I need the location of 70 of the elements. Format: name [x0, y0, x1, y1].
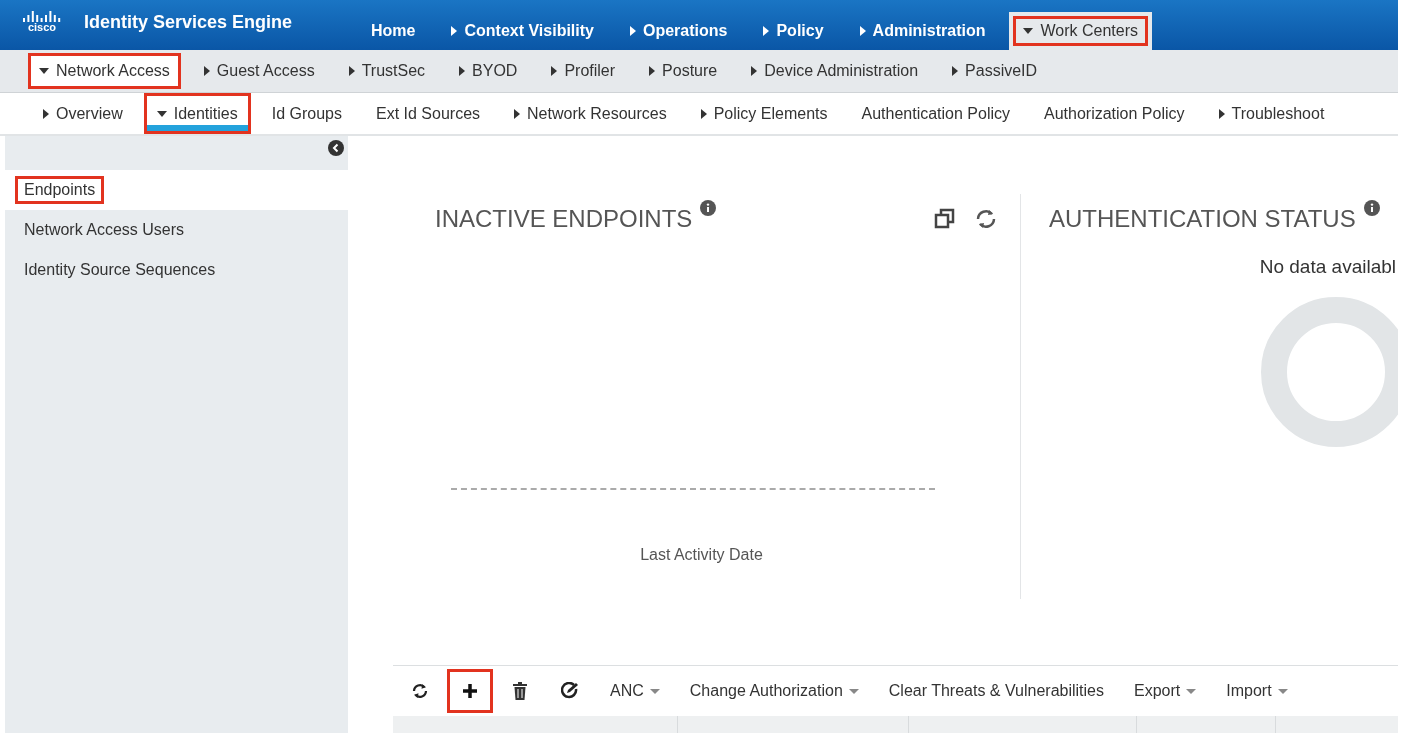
- subnav-tab[interactable]: Network Access: [28, 53, 181, 89]
- sidebar-item[interactable]: Identity Source Sequences: [15, 256, 225, 284]
- subnav-tab[interactable]: BYOD: [448, 53, 529, 89]
- caret-right-icon: [751, 66, 758, 76]
- menu-tab[interactable]: Overview: [30, 93, 136, 134]
- logo-text: cisco: [27, 21, 57, 33]
- caret-right-icon: [203, 66, 210, 76]
- logo-bars-icon: [22, 9, 62, 22]
- nav-tab[interactable]: Operations: [617, 0, 740, 50]
- subnav-tab[interactable]: Profiler: [540, 53, 627, 89]
- menu-tab[interactable]: Id Groups: [258, 93, 355, 134]
- menu-tab[interactable]: Authorization Policy: [1031, 93, 1198, 134]
- caret-right-icon: [952, 66, 959, 76]
- refresh-icon[interactable]: [974, 207, 998, 231]
- axis-label: Last Activity Date: [640, 546, 763, 564]
- subnav-tab[interactable]: Posture: [638, 53, 729, 89]
- caret-right-icon: [859, 26, 866, 36]
- dropdown-button[interactable]: Export: [1121, 673, 1210, 709]
- plus-icon: [462, 683, 478, 699]
- menu-tab[interactable]: Policy Elements: [687, 93, 841, 134]
- toolbar-button[interactable]: Clear Threats & Vulnerabilities: [875, 673, 1117, 709]
- dropdown-button[interactable]: ANC: [597, 673, 673, 709]
- no-data-message: No data availabl: [1259, 256, 1397, 278]
- nav-tab[interactable]: Policy: [751, 0, 836, 50]
- caret-right-icon: [43, 108, 49, 119]
- menu-tab[interactable]: Troubleshoot: [1205, 93, 1338, 134]
- caret-right-icon: [551, 66, 558, 76]
- caret-right-icon: [451, 26, 458, 36]
- caret-right-icon: [1218, 108, 1225, 119]
- refresh-icon: [411, 682, 429, 700]
- caret-down-icon: [1023, 28, 1034, 34]
- caret-down-icon: [649, 688, 660, 694]
- nav-tab[interactable]: Home: [359, 0, 428, 50]
- subnav-tab[interactable]: Device Administration: [740, 53, 930, 89]
- info-icon[interactable]: [1363, 200, 1380, 216]
- caret-right-icon: [459, 66, 466, 76]
- menu-tab[interactable]: Identities: [143, 93, 251, 134]
- add-button[interactable]: [447, 669, 493, 713]
- product-title: Identity Services Engine: [84, 11, 294, 33]
- menu-tab[interactable]: Ext Id Sources: [363, 93, 494, 134]
- collapse-icon[interactable]: [328, 140, 344, 156]
- subnav-tab[interactable]: Guest Access: [192, 53, 326, 89]
- nav-tab[interactable]: Administration: [847, 0, 998, 50]
- caret-right-icon: [763, 26, 770, 36]
- caret-right-icon: [348, 66, 355, 76]
- subnav-tab[interactable]: PassiveID: [941, 53, 1049, 89]
- nav-tab[interactable]: Context Visibility: [439, 0, 606, 50]
- sidebar-item[interactable]: Endpoints: [15, 176, 105, 204]
- info-icon[interactable]: [700, 200, 717, 216]
- sidebar-item[interactable]: Network Access Users: [15, 216, 194, 244]
- caret-right-icon: [649, 66, 656, 76]
- edit-icon: [561, 682, 579, 700]
- caret-down-icon: [1277, 688, 1288, 694]
- trash-icon: [512, 682, 528, 700]
- subnav-tab[interactable]: TrustSec: [337, 53, 437, 89]
- menu-tab[interactable]: Authentication Policy: [848, 93, 1023, 134]
- caret-down-icon: [1186, 688, 1197, 694]
- caret-right-icon: [700, 108, 707, 119]
- dropdown-button[interactable]: Change Authorization: [676, 673, 872, 709]
- caret-down-icon: [156, 110, 167, 117]
- dashlet-title: AUTHENTICATION STATUS: [1049, 205, 1356, 233]
- caret-down-icon: [39, 68, 49, 74]
- menu-tab[interactable]: Network Resources: [501, 93, 680, 134]
- dropdown-button[interactable]: Import: [1213, 673, 1301, 709]
- caret-right-icon: [629, 26, 636, 36]
- caret-down-icon: [848, 688, 859, 694]
- expand-icon[interactable]: [934, 208, 956, 230]
- dashlet-title: INACTIVE ENDPOINTS: [435, 205, 693, 233]
- nav-tab[interactable]: Work Centers: [1009, 12, 1152, 50]
- caret-right-icon: [514, 108, 521, 119]
